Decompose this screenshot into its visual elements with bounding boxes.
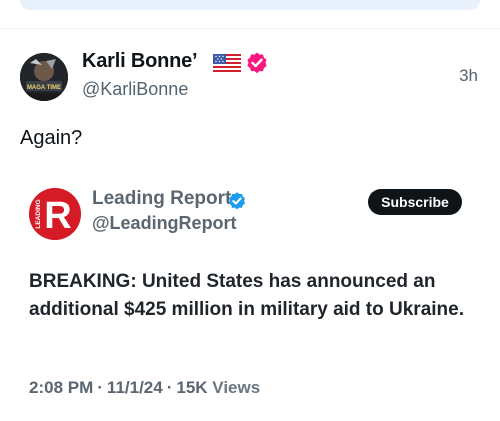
- leading-report-logo: R LEADING: [29, 188, 81, 240]
- quote-author-name[interactable]: Leading Report: [92, 188, 231, 210]
- subscribe-button[interactable]: Subscribe: [368, 189, 462, 215]
- us-flag-icon: [213, 54, 241, 72]
- avatar-caption: MAGA TIME: [27, 85, 61, 91]
- previous-card-edge: [20, 0, 480, 10]
- verified-badge-icon[interactable]: [245, 51, 269, 75]
- logo-letter: R: [44, 195, 71, 237]
- verified-badge-icon[interactable]: [227, 191, 247, 211]
- previous-post-strip: [0, 0, 500, 29]
- logo-word: LEADING: [35, 199, 42, 228]
- avatar-image: MAGA TIME: [20, 53, 68, 101]
- author-handle[interactable]: @KarliBonne: [82, 79, 188, 100]
- meta-separator: ·: [97, 378, 103, 397]
- quote-author-avatar[interactable]: R LEADING: [29, 188, 81, 240]
- quote-author-handle[interactable]: @LeadingReport: [92, 213, 237, 234]
- quote-time[interactable]: 2:08 PM: [29, 378, 93, 397]
- meta-separator: ·: [166, 378, 173, 397]
- author-avatar[interactable]: MAGA TIME: [20, 53, 68, 101]
- quote-date[interactable]: 11/1/24: [107, 378, 163, 397]
- views-label: Views: [212, 378, 261, 397]
- post-text: Again?: [20, 127, 83, 149]
- quote-meta: 2:08 PM · 11/1/24 · 15K Views: [29, 378, 260, 398]
- views-count: 15K: [176, 378, 208, 397]
- quote-text: BREAKING: United States has announced an…: [29, 271, 464, 320]
- author-name[interactable]: Karli Bonne’: [82, 50, 198, 73]
- post-timestamp[interactable]: 3h: [459, 66, 478, 86]
